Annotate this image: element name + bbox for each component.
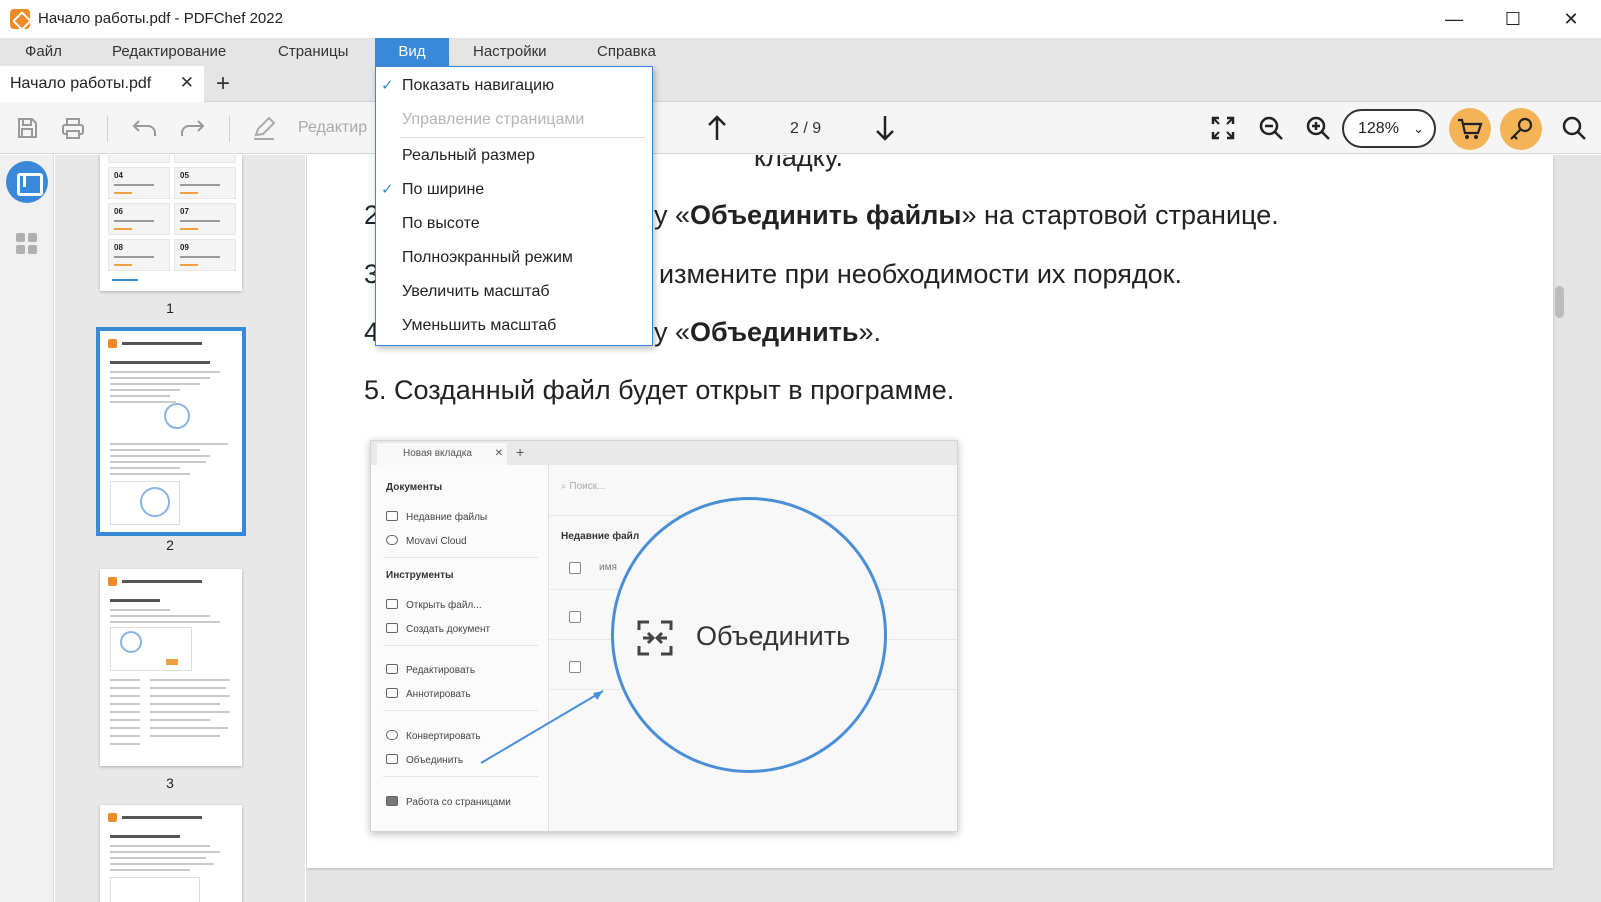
- menu-help[interactable]: Справка: [587, 38, 666, 66]
- menu-item-zoom-in[interactable]: Увеличить масштаб: [376, 275, 652, 309]
- menu-item-label: Увеличить масштаб: [402, 283, 550, 300]
- navigation-panel-icon[interactable]: [6, 161, 48, 203]
- search-icon[interactable]: [1558, 112, 1590, 144]
- view-menu-dropdown: ✓ Показать навигацию Управление страница…: [375, 66, 653, 346]
- zoom-in-icon[interactable]: [1302, 112, 1334, 144]
- doc-line-2-pre: у «: [654, 200, 691, 230]
- doc-line-4-pre: у «: [654, 317, 691, 347]
- menu-item-label: Управление страницами: [402, 111, 585, 128]
- menu-item-label: Показать навигацию: [402, 77, 555, 94]
- next-page-icon[interactable]: [869, 112, 901, 144]
- doc-line-5: 5. Созданный файл будет открыт в програм…: [364, 375, 955, 405]
- menu-pages[interactable]: Страницы: [268, 38, 358, 66]
- doc-line-2-bold: Объединить файлы: [690, 200, 962, 230]
- page-1-cell-06: 06: [114, 207, 123, 216]
- save-icon[interactable]: [11, 112, 43, 144]
- menu-item-manage-pages: Управление страницами: [376, 103, 652, 137]
- page-thumbnail-2[interactable]: [96, 327, 246, 536]
- page-1-cell-05: 05: [180, 171, 189, 180]
- toolbar-divider: [107, 116, 108, 142]
- page-1-cell-08: 08: [114, 243, 123, 252]
- document-scrollbar[interactable]: [1555, 286, 1564, 318]
- fullscreen-icon[interactable]: [1207, 112, 1239, 144]
- new-tab-button[interactable]: +: [210, 70, 236, 98]
- menu-edit[interactable]: Редактирование: [102, 38, 236, 66]
- menu-item-label: Полноэкранный режим: [402, 249, 573, 266]
- page-1-cell-07: 07: [180, 207, 189, 216]
- cart-button[interactable]: [1449, 108, 1491, 150]
- menu-item-actual-size[interactable]: Реальный размер: [376, 139, 652, 173]
- zoom-out-icon[interactable]: [1255, 112, 1287, 144]
- menu-settings[interactable]: Настройки: [463, 38, 557, 66]
- cart-icon: [1458, 118, 1483, 139]
- minimize-button[interactable]: —: [1425, 0, 1483, 38]
- redo-icon[interactable]: [176, 112, 208, 144]
- document-tab[interactable]: Начало работы.pdf ✕: [0, 66, 204, 102]
- thumbnail-panel: 04 05 06 07 08 09 1 2 3: [55, 155, 305, 902]
- undo-icon[interactable]: [129, 112, 161, 144]
- thumbnail-page-number: 1: [166, 300, 174, 316]
- doc-line-1-tail: кладку.: [754, 155, 844, 172]
- window-title: Начало работы.pdf - PDFChef 2022: [38, 10, 283, 27]
- activate-key-button[interactable]: [1500, 108, 1542, 150]
- doc-line-4-bold: Объединить: [690, 317, 859, 347]
- page-thumbnail-3[interactable]: [100, 569, 242, 766]
- doc-line-2-post: » на стартовой странице.: [961, 200, 1279, 230]
- chevron-down-icon: ⌄: [1413, 121, 1424, 136]
- menu-item-fullscreen[interactable]: Полноэкранный режим: [376, 241, 652, 275]
- menu-item-label: По высоте: [402, 215, 480, 232]
- maximize-button[interactable]: ☐: [1484, 0, 1542, 38]
- toolbar-divider: [229, 116, 230, 142]
- doc-line-4: у «Объединить».: [654, 317, 881, 348]
- doc-line-2: у «Объединить файлы» на стартовой страни…: [654, 200, 1279, 231]
- page-thumbnail-4[interactable]: [100, 805, 242, 902]
- embedded-screenshot-figure: Новая вкладка ✕ + Документы Недавние фай…: [370, 440, 958, 832]
- doc-line-4-post: ».: [858, 317, 882, 347]
- page-grid-icon[interactable]: [16, 233, 38, 255]
- page-1-cell-09: 09: [180, 243, 189, 252]
- menu-view[interactable]: Вид: [375, 38, 449, 66]
- left-rail: [0, 155, 54, 902]
- menu-item-zoom-out[interactable]: Уменьшить масштаб: [376, 309, 652, 343]
- tab-bar: Начало работы.pdf ✕ +: [0, 66, 1601, 102]
- close-tab-icon[interactable]: ✕: [180, 73, 194, 93]
- menu-item-fit-width[interactable]: ✓ По ширине: [376, 173, 652, 207]
- title-bar: Начало работы.pdf - PDFChef 2022 — ☐ ✕: [0, 0, 1601, 38]
- document-tab-label: Начало работы.pdf: [10, 75, 152, 92]
- previous-page-icon[interactable]: [701, 112, 733, 144]
- merge-icon: [635, 618, 675, 658]
- figure-merge-label: Объединить: [696, 621, 851, 651]
- doc-line-3-tail: измените при необходимости их порядок.: [659, 259, 1182, 289]
- close-window-button[interactable]: ✕: [1542, 0, 1600, 38]
- zoom-select[interactable]: 128% ⌄: [1342, 109, 1436, 148]
- menu-file[interactable]: Файл: [15, 38, 72, 66]
- key-icon: [1510, 117, 1533, 140]
- menu-item-label: Уменьшить масштаб: [402, 317, 557, 334]
- edit-mode-label[interactable]: Редактир: [298, 119, 367, 137]
- check-icon: ✓: [381, 181, 394, 198]
- menu-item-label: Реальный размер: [402, 147, 535, 164]
- page-1-cell-04: 04: [114, 171, 123, 180]
- page-counter[interactable]: 2 / 9: [790, 120, 821, 138]
- toolbar: Редактир 2 / 9 128% ⌄: [0, 102, 1601, 154]
- menu-bar: Файл Редактирование Страницы Вид Настрой…: [0, 38, 1601, 66]
- menu-separator: [400, 137, 645, 138]
- thumbnail-page-number: 2: [166, 537, 174, 553]
- menu-item-fit-height[interactable]: По высоте: [376, 207, 652, 241]
- app-logo-icon: [10, 9, 30, 29]
- zoom-value: 128%: [1358, 120, 1399, 137]
- thumbnail-page-number: 3: [166, 775, 174, 791]
- menu-item-show-navigation[interactable]: ✓ Показать навигацию: [376, 69, 652, 103]
- print-icon[interactable]: [57, 112, 89, 144]
- page-thumbnail-1[interactable]: 04 05 06 07 08 09: [100, 155, 242, 291]
- menu-item-label: По ширине: [402, 181, 485, 198]
- edit-pen-icon[interactable]: [248, 112, 280, 144]
- check-icon: ✓: [381, 77, 394, 94]
